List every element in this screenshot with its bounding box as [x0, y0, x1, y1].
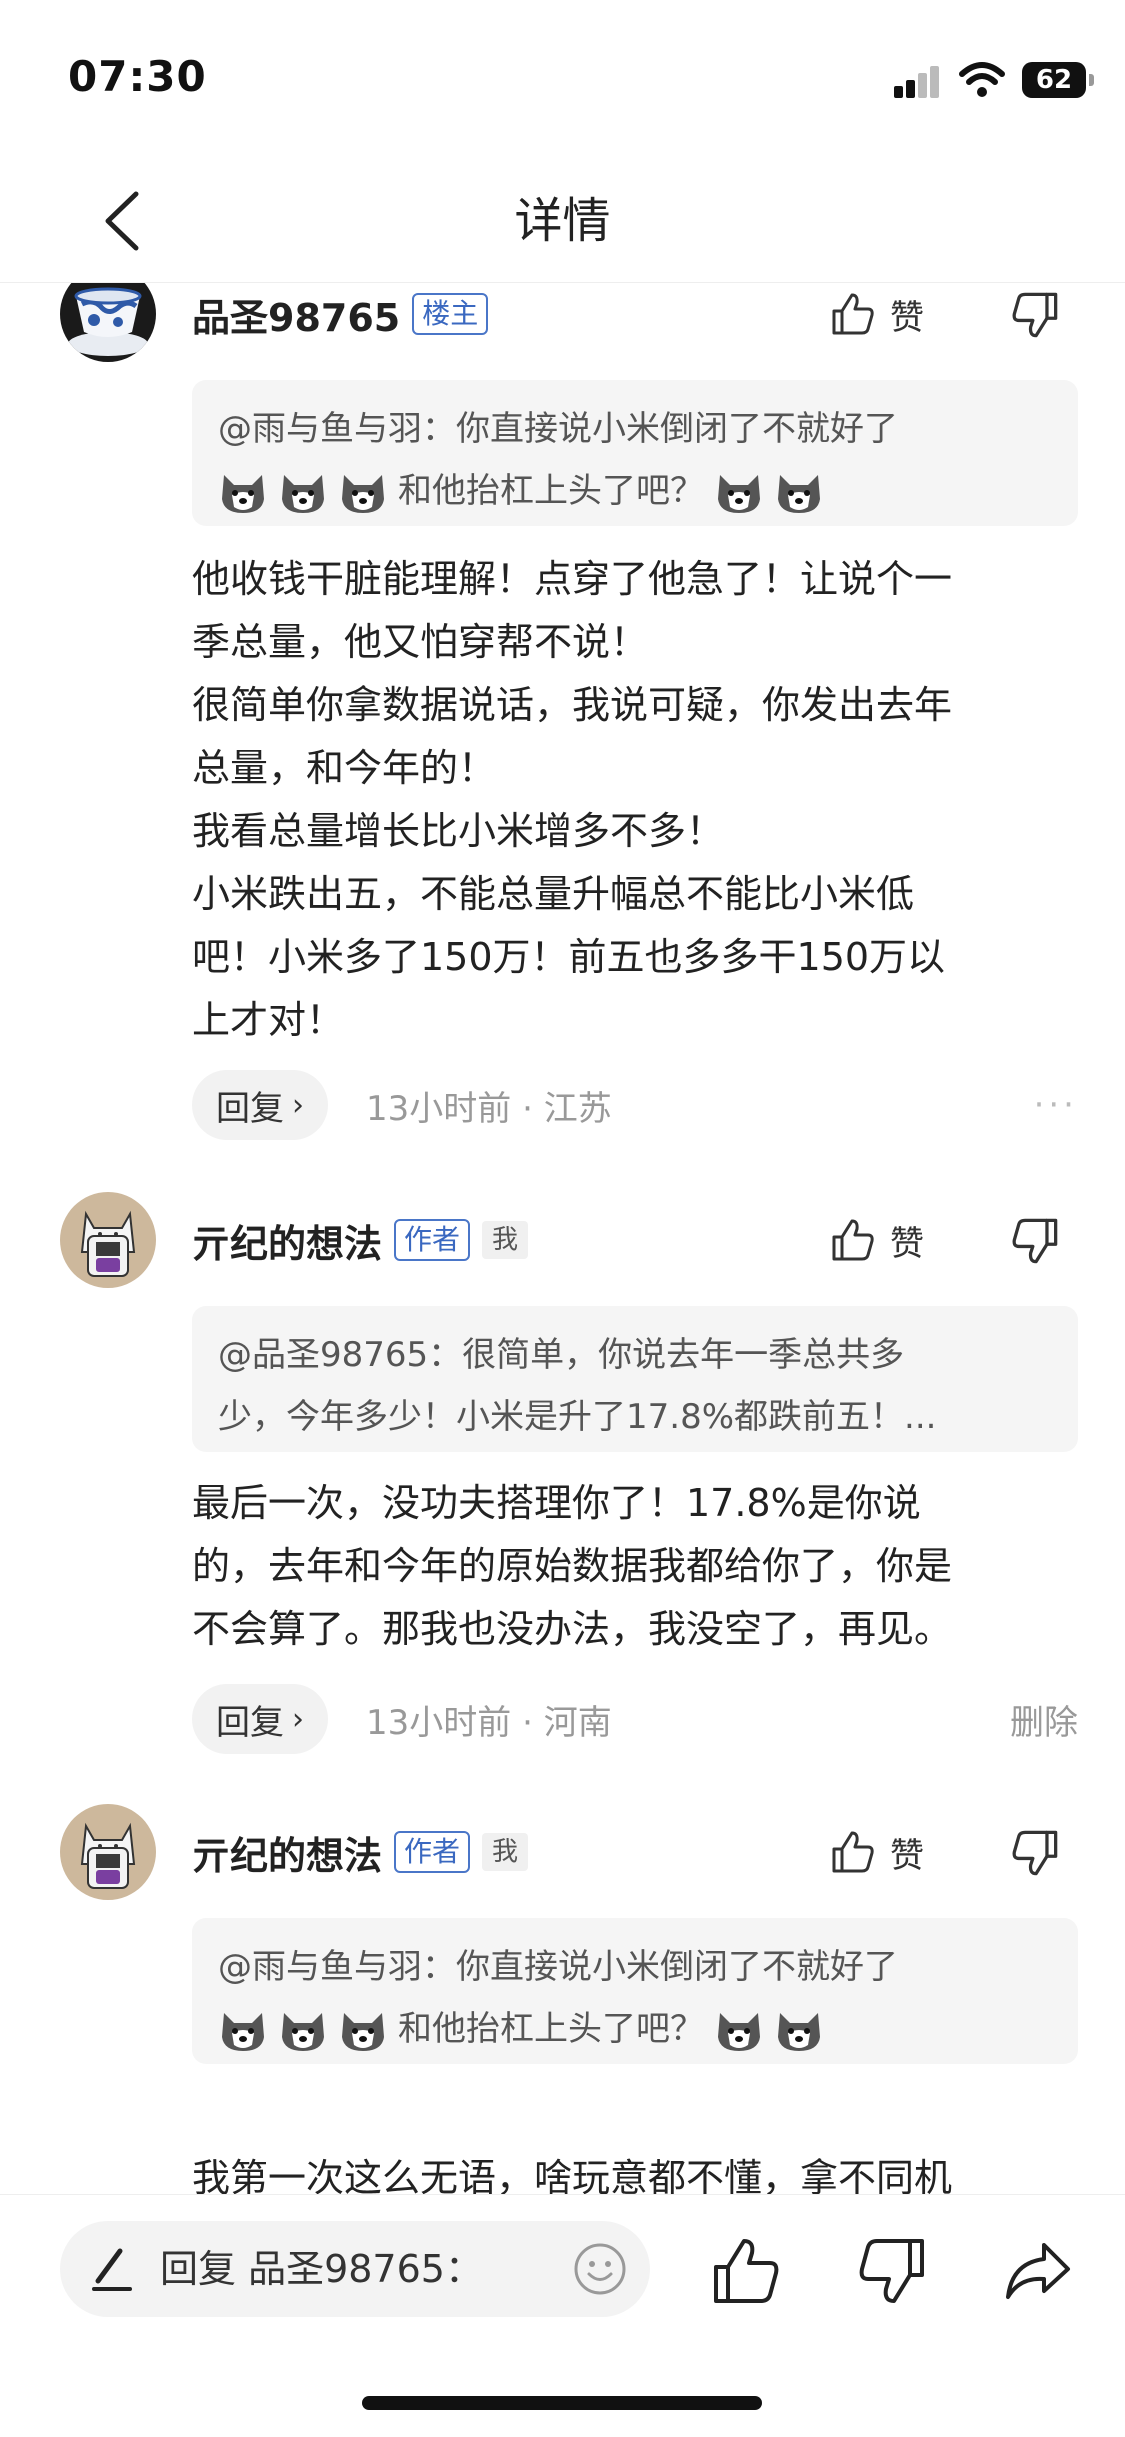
teacup-avatar-icon: [60, 282, 156, 362]
quote-text: 和他抬杠上头了吧？: [398, 2009, 704, 2049]
username[interactable]: 亓纪的想法: [192, 1213, 382, 1268]
comment-meta: 13小时前 · 河南: [366, 1702, 612, 1743]
dog-face-icon: [282, 2012, 324, 2051]
comment-time: 13小时前: [366, 1088, 512, 1129]
dog-face-icon: [282, 474, 324, 513]
author-badge: 作者: [394, 1831, 471, 1873]
op-badge: 楼主: [412, 293, 489, 335]
chevron-right-icon: ›: [292, 1701, 304, 1737]
thumbs-down-icon[interactable]: [1010, 1216, 1060, 1266]
comment-footer: 回复 › 13小时前 · 河南 删除: [192, 1684, 1078, 1754]
reply-button[interactable]: 回复 ›: [192, 1070, 328, 1140]
page-title: 详情: [514, 193, 611, 249]
battery-indicator: 62: [1022, 62, 1094, 98]
home-indicator: [362, 2396, 762, 2410]
username[interactable]: 亓纪的想法: [192, 1825, 382, 1880]
reply-label: 回复: [216, 1702, 284, 1743]
like-label: 赞: [890, 297, 924, 338]
thumbs-up-icon: [832, 1831, 874, 1873]
thumbs-down-icon[interactable]: [856, 2235, 928, 2307]
quote-line: 和他抬杠上头了吧？: [218, 460, 1052, 522]
comment-meta: 13小时前 · 江苏: [366, 1088, 612, 1129]
quote-line: @雨与鱼与羽：你直接说小米倒闭了不就好了: [218, 1947, 898, 1987]
like-button[interactable]: 赞: [830, 1210, 924, 1270]
like-label: 赞: [890, 1835, 924, 1876]
me-badge: 我: [482, 1221, 529, 1259]
dog-face-icon: [342, 474, 384, 513]
share-arrow-icon[interactable]: [1002, 2235, 1074, 2307]
comment-body: 我第一次这么无语，啥玩意都不懂，拿不同机 构的不同数据来分析，大开眼界了。: [192, 2084, 1092, 2194]
quote-line: @品圣98765：很简单，你说去年一季总共多: [218, 1335, 905, 1375]
like-button[interactable]: 赞: [830, 284, 924, 344]
reply-input-placeholder: 回复 品圣98765：: [160, 2247, 483, 2291]
dog-face-icon: [718, 2012, 760, 2051]
avatar[interactable]: [60, 282, 156, 362]
status-time: 07:30: [68, 52, 207, 101]
dog-face-icon: [778, 474, 820, 513]
like-button[interactable]: 赞: [830, 1822, 924, 1882]
author-badge: 作者: [394, 1219, 471, 1261]
smile-icon[interactable]: [572, 2241, 628, 2297]
reply-button[interactable]: 回复 ›: [192, 1684, 328, 1754]
comment-body: 最后一次，没功夫搭理你了！17.8%是你说 的，去年和今年的原始数据我都给你了，…: [192, 1481, 953, 1651]
delete-button[interactable]: 删除: [1010, 1695, 1078, 1744]
thumbs-down-icon[interactable]: [1010, 290, 1060, 340]
dog-face-icon: [718, 474, 760, 513]
me-badge: 我: [482, 1833, 529, 1871]
comment-header: 亓纪的想法 作者 我: [192, 1822, 529, 1882]
username[interactable]: 品圣98765: [192, 287, 400, 342]
dog-face-icon: [778, 2012, 820, 2051]
dog-face-icon: [222, 2012, 264, 2051]
thumbs-up-icon: [832, 1219, 874, 1261]
quoted-reply[interactable]: @品圣98765：很简单，你说去年一季总共多 少，今年多少！小米是升了17.8%…: [192, 1306, 1078, 1452]
quoted-reply[interactable]: @雨与鱼与羽：你直接说小米倒闭了不就好了 和他抬杠上头了吧？: [192, 1918, 1078, 2064]
comment-body-text: 我第一次这么无语，啥玩意都不懂，拿不同机 构的不同数据来分析，大开眼界了。: [192, 2156, 953, 2194]
comment-footer: 回复 › 13小时前 · 江苏 ···: [192, 1070, 1078, 1140]
cellular-signal-icon: [894, 66, 940, 98]
pen-icon: [92, 2248, 132, 2291]
reply-input[interactable]: 回复 品圣98765：: [60, 2221, 650, 2317]
comment-list[interactable]: 品圣98765 楼主 赞 @雨与鱼与羽：你直接说小米倒闭了不就好了 和他抬杠上头…: [0, 282, 1125, 2194]
cat-avatar-icon: [60, 1192, 156, 1288]
quote-line: 和他抬杠上头了吧？: [218, 1998, 1052, 2060]
comment-header: 品圣98765 楼主: [192, 284, 489, 344]
nav-bar: 详情: [0, 160, 1125, 283]
status-bar: 07:30 62: [0, 0, 1125, 160]
quote-line: @雨与鱼与羽：你直接说小米倒闭了不就好了: [218, 409, 898, 449]
dog-face-icon: [222, 474, 264, 513]
comment-location: 江苏: [543, 1088, 612, 1129]
comment-header: 亓纪的想法 作者 我: [192, 1210, 529, 1270]
avatar[interactable]: [60, 1192, 156, 1288]
reply-label: 回复: [216, 1088, 284, 1129]
more-icon[interactable]: ···: [1034, 1085, 1078, 1125]
thumbs-up-icon: [832, 293, 874, 335]
quote-text: 和他抬杠上头了吧？: [398, 471, 704, 511]
cat-avatar-icon: [60, 1804, 156, 1900]
quoted-reply[interactable]: @雨与鱼与羽：你直接说小米倒闭了不就好了 和他抬杠上头了吧？: [192, 380, 1078, 526]
chevron-right-icon: ›: [292, 1087, 304, 1123]
avatar[interactable]: [60, 1804, 156, 1900]
dog-face-icon: [342, 2012, 384, 2051]
thumbs-down-icon[interactable]: [1010, 1828, 1060, 1878]
wifi-icon: [959, 62, 1005, 97]
comment-time: 13小时前: [366, 1702, 512, 1743]
comment-location: 河南: [543, 1702, 612, 1743]
comment-body: 他收钱干脏能理解！点穿了他急了！让说个一 季总量，他又怕穿帮不说！ 很简单你拿数…: [192, 557, 953, 1042]
quote-line: 少，今年多少！小米是升了17.8%都跌前五！...: [218, 1397, 937, 1437]
thumbs-up-icon[interactable]: [710, 2235, 782, 2307]
like-label: 赞: [890, 1223, 924, 1264]
